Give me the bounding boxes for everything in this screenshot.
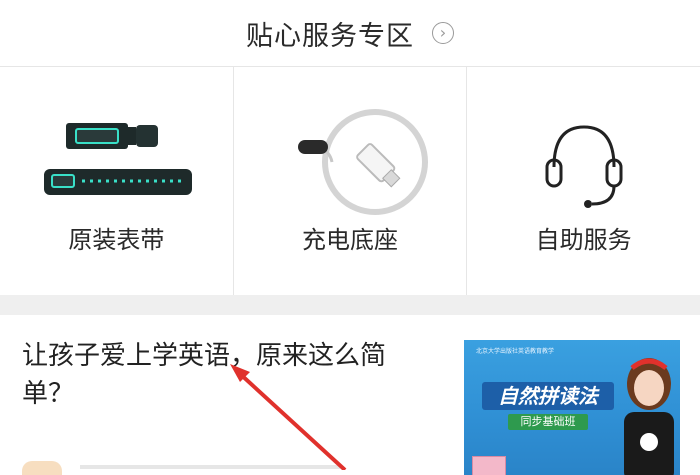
service-item-self-service[interactable]: 自助服务 — [467, 67, 700, 295]
section-title: 贴心服务专区 — [246, 20, 414, 52]
article-thumbnail[interactable]: 北京大学出版社英语教育教学 自然拼读法 同步基础班 — [464, 340, 680, 475]
service-label: 自助服务 — [535, 226, 632, 254]
service-item-watch-strap[interactable]: 原装表带 — [0, 67, 234, 295]
thumbnail-subtitle: 同步基础班 — [508, 414, 588, 430]
article-meta — [80, 465, 340, 469]
book-cover-icon — [472, 456, 506, 475]
chevron-right-icon[interactable]: › — [432, 22, 454, 44]
service-label: 原装表带 — [68, 226, 165, 254]
watch-strap-icon — [0, 102, 233, 222]
section-header[interactable]: 贴心服务专区 › — [0, 0, 700, 67]
thumbnail-top-text: 北京大学出版社英语教育教学 — [476, 348, 555, 355]
article-title[interactable]: 让孩子爱上学英语，原来这么简单？ — [22, 337, 432, 413]
person-illustration — [624, 358, 674, 475]
service-label: 充电底座 — [302, 226, 398, 254]
section-divider — [0, 295, 700, 315]
service-grid: 原装表带 充电底座 自助服务 — [0, 67, 700, 295]
thumbnail-headline: 自然拼读法 — [482, 382, 614, 410]
tag-badge — [22, 461, 62, 475]
charging-cable-icon — [234, 102, 467, 222]
service-item-charging-dock[interactable]: 充电底座 — [234, 67, 468, 295]
headset-icon — [467, 102, 700, 222]
article-card[interactable]: 让孩子爱上学英语，原来这么简单？ 北京大学出版社英语教育教学 自然拼读法 同步基… — [0, 315, 700, 475]
